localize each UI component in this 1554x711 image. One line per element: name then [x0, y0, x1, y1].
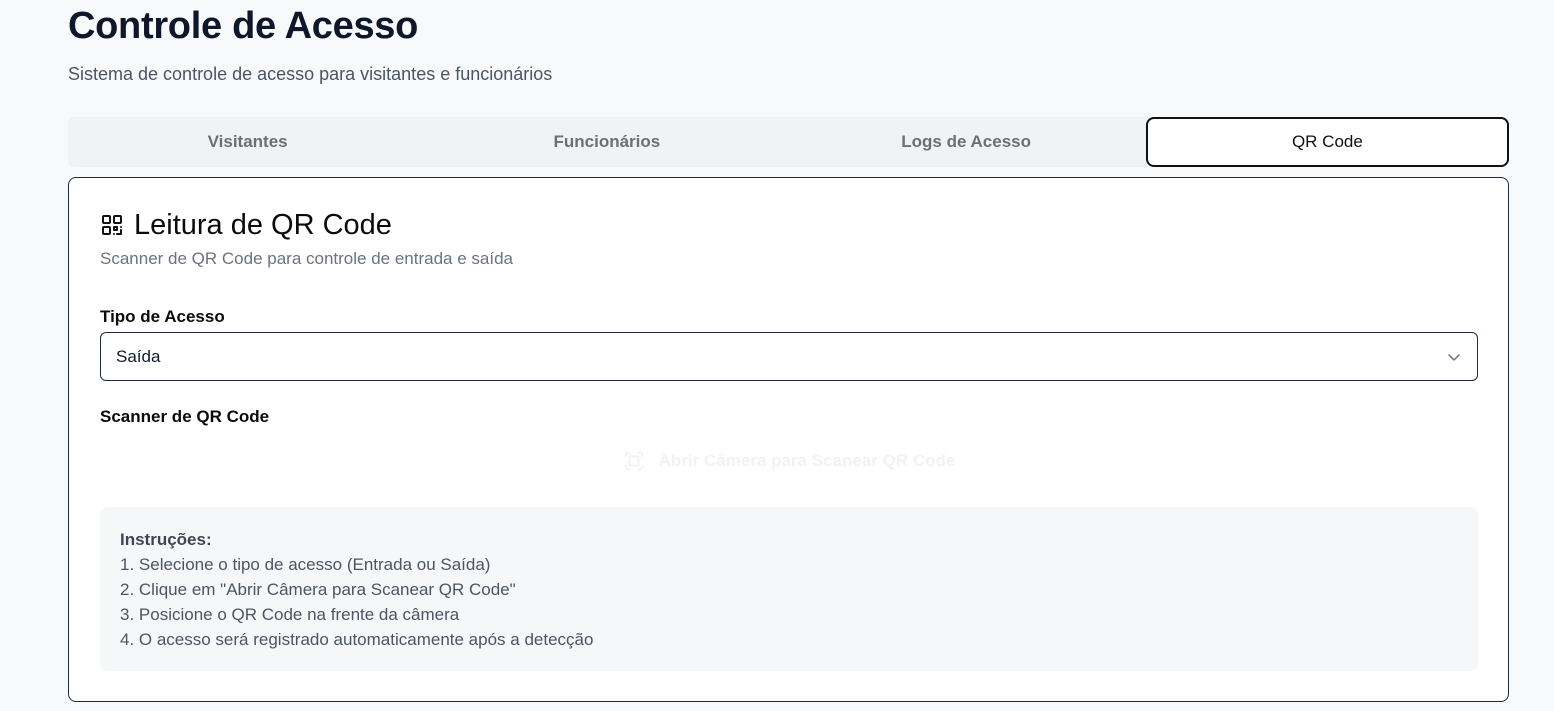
page-title: Controle de Acesso — [68, 5, 419, 47]
instructions-item: 2. Clique em "Abrir Câmera para Scanear … — [120, 580, 516, 599]
access-type-label: Tipo de Acesso — [100, 307, 225, 326]
tab-qr-code[interactable]: QR Code — [1145, 117, 1509, 167]
open-camera-button[interactable]: Abrir Câmera para Scanear QR Code — [100, 436, 1478, 486]
qr-code-card: Leitura de QR Code Scanner de QR Code pa… — [68, 177, 1509, 702]
access-type-select[interactable]: Saída — [100, 332, 1478, 381]
instructions-item: 1. Selecione o tipo de acesso (Entrada o… — [120, 555, 491, 574]
page-subtitle: Sistema de controle de acesso para visit… — [68, 64, 553, 84]
open-camera-button-label: Abrir Câmera para Scanear QR Code — [658, 451, 956, 470]
instructions-item: 3. Posicione o QR Code na frente da câme… — [120, 605, 460, 624]
tab-bar: Visitantes Funcionários Logs de Acesso Q… — [68, 117, 1509, 167]
card-title: Leitura de QR Code — [134, 209, 392, 241]
instructions-title: Instruções: — [120, 530, 212, 549]
qr-code-icon — [100, 213, 124, 237]
tab-visitantes[interactable]: Visitantes — [68, 117, 427, 167]
instructions-item: 4. O acesso será registrado automaticame… — [120, 630, 594, 649]
page: Controle de Acesso Sistema de controle d… — [0, 0, 1554, 711]
camera-icon — [623, 450, 645, 472]
tab-funcionarios[interactable]: Funcionários — [427, 117, 786, 167]
card-description: Scanner de QR Code para controle de entr… — [100, 249, 513, 268]
instructions-box: Instruções: 1. Selecione o tipo de acess… — [100, 507, 1478, 671]
tab-logs-de-acesso[interactable]: Logs de Acesso — [787, 117, 1146, 167]
access-type-selected-value: Saída — [116, 346, 161, 366]
chevron-down-icon — [1446, 349, 1462, 365]
card-header: Leitura de QR Code — [100, 208, 392, 242]
scanner-label: Scanner de QR Code — [100, 407, 270, 426]
